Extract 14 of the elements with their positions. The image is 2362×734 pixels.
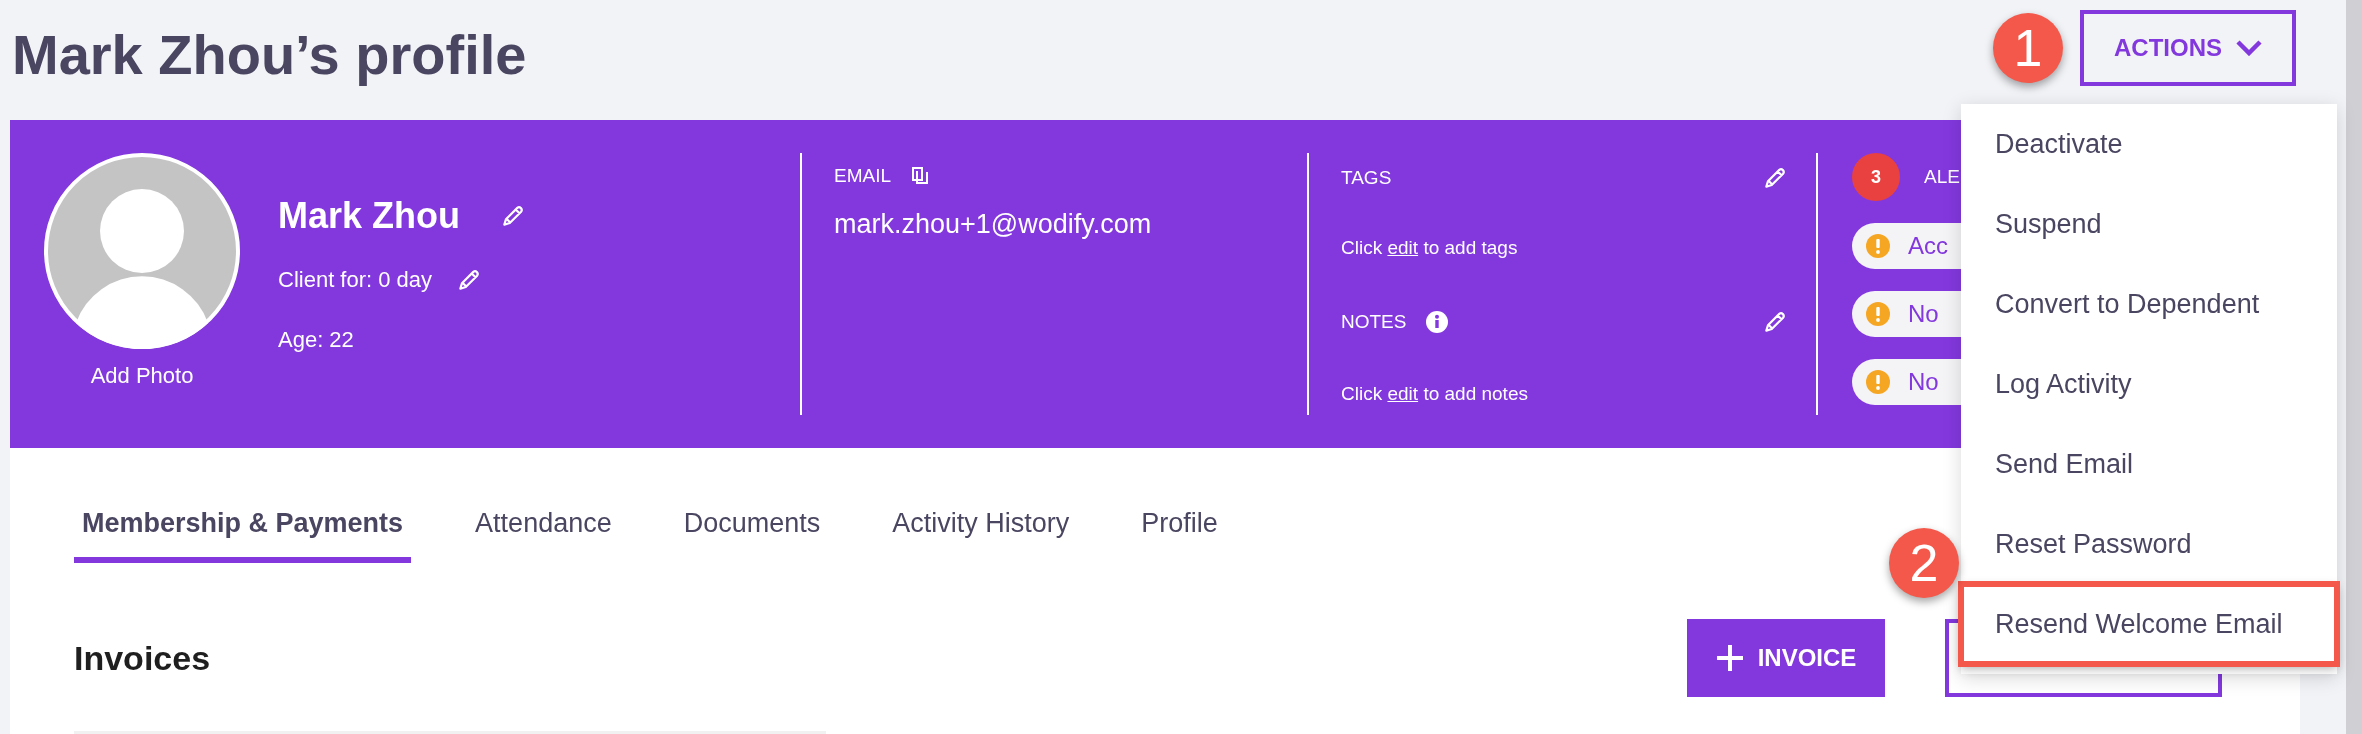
email-label: EMAIL (834, 165, 892, 187)
client-age: Age: 22 (278, 327, 355, 353)
alerts-label: ALE (1924, 166, 1960, 188)
client-duration: Client for: 0 day (278, 267, 433, 293)
notes-label: NOTES (1341, 311, 1407, 333)
step-callout: 1 (1993, 13, 2063, 83)
tags-label: TAGS (1341, 167, 1392, 189)
hint-text: Click edit to add tags (1341, 237, 1519, 259)
alert-count-badge: 3 (1852, 153, 1900, 201)
page-title: Mark Zhou’s profile (12, 22, 527, 87)
client-name: Mark Zhou (278, 195, 460, 237)
email-value: mark.zhou+1@wodify.com (834, 209, 1153, 240)
hint-text: Click edit to add notes (1341, 383, 1529, 405)
section-title: Invoices (74, 638, 211, 678)
